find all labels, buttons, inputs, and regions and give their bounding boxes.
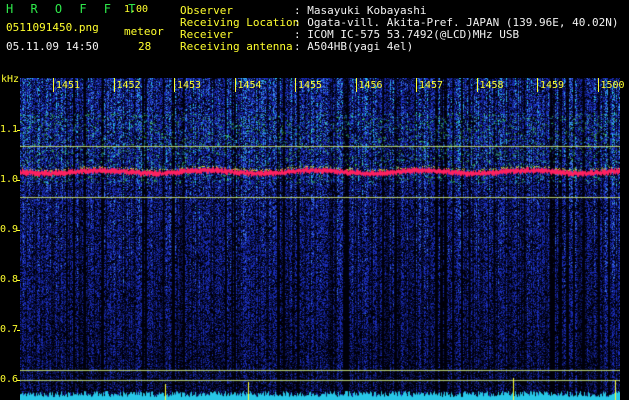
filename-label: 0511091450.png [6, 21, 99, 34]
time-tick-label: 1452 [116, 80, 141, 91]
axis-unit-label: kHz [1, 74, 20, 85]
time-tick-mark [295, 78, 296, 92]
time-tick-mark [113, 78, 115, 92]
time-tick-mark [416, 78, 417, 92]
time-tick-label: 1456 [358, 80, 383, 91]
time-tick-label: 1451 [56, 80, 81, 91]
app-version: 1.00 [124, 4, 149, 15]
mode-label: meteor [124, 25, 164, 38]
datetime-label: 05.11.09 14:50 [6, 40, 99, 53]
y-tick-label: 0.6 [0, 374, 19, 385]
antenna-label: Receiving antenna [180, 40, 293, 53]
time-tick-label: 1458 [479, 80, 504, 91]
time-tick-label: 1459 [540, 80, 565, 91]
y-tick-label: 1.0 [0, 174, 19, 185]
time-tick-label: 1453 [177, 80, 202, 91]
time-tick-mark [476, 78, 478, 92]
y-tick-label: 1.1 [0, 124, 19, 135]
app-title: H R O F F T [6, 2, 141, 16]
time-tick-mark [53, 78, 54, 92]
time-tick-mark [174, 78, 175, 92]
time-tick-label: 1500 [600, 80, 625, 91]
spectrogram-canvas [20, 78, 620, 400]
header-panel: H R O F F T 1.00 0511091450.png meteor 0… [0, 0, 629, 72]
y-tick-label: 0.8 [0, 274, 19, 285]
y-tick-label: 0.9 [0, 224, 19, 235]
time-tick-label: 1457 [419, 80, 444, 91]
time-tick-label: 1454 [237, 80, 262, 91]
frequency-axis: kHz 1.1 1.0 0.9 0.8 0.7 0.6 [0, 72, 20, 400]
count-value: 28 [138, 40, 152, 53]
time-tick-mark [537, 78, 538, 92]
time-tick-label: 1455 [298, 80, 323, 91]
time-tick-mark [597, 78, 599, 92]
antenna-value: : A504HB(yagi 4el) [294, 40, 414, 53]
time-tick-mark [234, 78, 236, 92]
time-tick-mark [355, 78, 357, 92]
y-tick-label: 0.7 [0, 324, 19, 335]
